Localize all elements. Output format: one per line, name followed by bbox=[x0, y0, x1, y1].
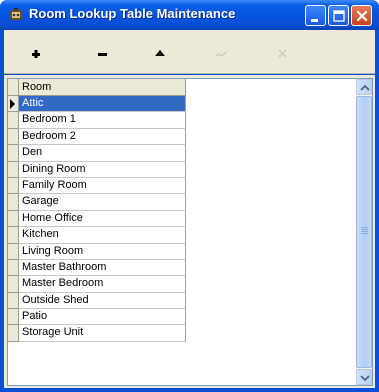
room-cell[interactable]: Home Office bbox=[19, 210, 186, 228]
x-icon bbox=[278, 49, 287, 58]
grid-rows: Attic Bedroom 1 Bedroom 2 Den Dining Room Fam… bbox=[8, 96, 186, 342]
table-row[interactable]: Bedroom 2 bbox=[8, 128, 186, 146]
row-indicator[interactable] bbox=[8, 292, 19, 310]
room-cell[interactable]: Storage Unit bbox=[19, 325, 186, 342]
row-indicator[interactable] bbox=[8, 276, 19, 293]
check-icon bbox=[215, 50, 228, 57]
row-indicator[interactable] bbox=[8, 243, 19, 260]
client-area: Room Attic Bedroom 1 Bedroom 2 Den Dining Ro… bbox=[4, 75, 375, 388]
maximize-icon bbox=[333, 10, 345, 22]
close-button[interactable] bbox=[351, 5, 372, 26]
room-cell[interactable]: Attic bbox=[19, 96, 186, 113]
table-row[interactable]: Garage bbox=[8, 194, 186, 211]
title-bar[interactable]: Room Lookup Table Maintenance bbox=[0, 0, 379, 30]
table-row[interactable]: Patio bbox=[8, 309, 186, 326]
room-cell[interactable]: Bedroom 2 bbox=[19, 128, 186, 146]
table-row[interactable]: Dining Room bbox=[8, 161, 186, 178]
navigator-toolbar bbox=[4, 30, 375, 74]
table-row[interactable]: Storage Unit bbox=[8, 325, 186, 342]
maximize-button[interactable] bbox=[328, 5, 349, 26]
row-indicator[interactable] bbox=[8, 128, 19, 146]
room-cell[interactable]: Living Room bbox=[19, 243, 186, 260]
row-indicator[interactable] bbox=[8, 112, 19, 129]
column-header-room[interactable]: Room bbox=[19, 79, 186, 96]
table-row[interactable]: Kitchen bbox=[8, 227, 186, 244]
minimize-icon bbox=[311, 19, 318, 22]
minus-icon bbox=[98, 53, 107, 56]
row-indicator[interactable] bbox=[8, 210, 19, 228]
window-title: Room Lookup Table Maintenance bbox=[29, 6, 236, 21]
row-indicator-header bbox=[8, 79, 19, 96]
plus-icon bbox=[32, 50, 40, 58]
row-indicator[interactable] bbox=[8, 325, 19, 342]
row-indicator[interactable] bbox=[8, 194, 19, 211]
table-row[interactable]: Master Bathroom bbox=[8, 259, 186, 277]
table-row[interactable]: Living Room bbox=[8, 243, 186, 260]
insert-button[interactable] bbox=[10, 30, 70, 73]
table-row[interactable]: Home Office bbox=[8, 210, 186, 228]
edit-button[interactable] bbox=[134, 30, 194, 73]
vertical-scrollbar[interactable] bbox=[356, 79, 372, 385]
scroll-down-button[interactable] bbox=[356, 369, 372, 385]
window: Room Lookup Table Maintenance Room Attic… bbox=[0, 0, 379, 392]
scroll-up-button[interactable] bbox=[356, 79, 372, 95]
row-indicator[interactable] bbox=[8, 309, 19, 326]
room-cell[interactable]: Garage bbox=[19, 194, 186, 211]
room-cell[interactable]: Master Bathroom bbox=[19, 259, 186, 277]
chevron-up-icon bbox=[360, 84, 370, 91]
close-icon bbox=[356, 10, 368, 22]
minimize-button[interactable] bbox=[305, 5, 326, 26]
chevron-down-icon bbox=[360, 375, 370, 382]
room-cell[interactable]: Outside Shed bbox=[19, 292, 186, 310]
room-cell[interactable]: Patio bbox=[19, 309, 186, 326]
app-icon[interactable] bbox=[8, 7, 24, 23]
triangle-up-icon bbox=[155, 50, 165, 56]
row-indicator[interactable] bbox=[8, 145, 19, 162]
table-row[interactable]: Bedroom 1 bbox=[8, 112, 186, 129]
row-indicator[interactable] bbox=[8, 161, 19, 178]
post-button[interactable] bbox=[194, 30, 254, 73]
table-row[interactable]: Outside Shed bbox=[8, 292, 186, 310]
scroll-thumb[interactable] bbox=[356, 96, 372, 368]
room-cell[interactable]: Bedroom 1 bbox=[19, 112, 186, 129]
cancel-button[interactable] bbox=[256, 30, 316, 73]
room-cell[interactable]: Family Room bbox=[19, 177, 186, 195]
table-row[interactable]: Family Room bbox=[8, 177, 186, 195]
row-indicator[interactable] bbox=[8, 227, 19, 244]
current-row-arrow-icon bbox=[10, 99, 15, 109]
row-indicator[interactable] bbox=[8, 96, 19, 113]
room-cell[interactable]: Kitchen bbox=[19, 227, 186, 244]
room-cell[interactable]: Den bbox=[19, 145, 186, 162]
table-row[interactable]: Den bbox=[8, 145, 186, 162]
room-cell[interactable]: Master Bedroom bbox=[19, 276, 186, 293]
table-row[interactable]: Attic bbox=[8, 96, 186, 113]
row-indicator[interactable] bbox=[8, 259, 19, 277]
room-grid[interactable]: Room Attic Bedroom 1 Bedroom 2 Den Dining Ro… bbox=[7, 78, 373, 386]
thumb-grip bbox=[361, 227, 368, 228]
table-row[interactable]: Master Bedroom bbox=[8, 276, 186, 293]
row-indicator[interactable] bbox=[8, 177, 19, 195]
delete-button[interactable] bbox=[75, 30, 135, 73]
room-cell[interactable]: Dining Room bbox=[19, 161, 186, 178]
